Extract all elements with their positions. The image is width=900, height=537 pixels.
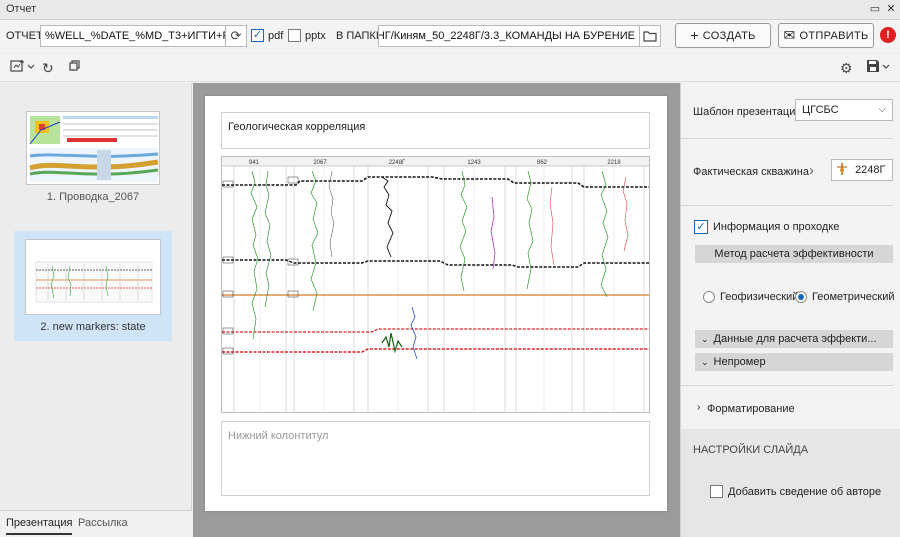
add-author-checkbox[interactable]	[710, 485, 723, 498]
tab-presentation[interactable]: Презентация	[6, 517, 73, 535]
window-titlebar: Отчет ▭ ✕	[0, 0, 900, 20]
geometric-radio[interactable]	[795, 291, 807, 303]
actual-well-value: 2248Г	[855, 164, 886, 176]
send-button-label: ОТПРАВИТЬ	[799, 30, 869, 42]
well-header: 941	[249, 160, 260, 166]
error-icon[interactable]: !	[880, 27, 896, 43]
pptx-label: pptx	[305, 30, 326, 42]
create-button-label: СОЗДАТЬ	[702, 30, 756, 42]
template-select[interactable]: ЦГСБС ⌵	[795, 99, 893, 121]
slide-settings-title: НАСТРОЙКИ СЛАЙДА	[693, 444, 809, 456]
pdf-checkbox[interactable]: ✓	[251, 29, 264, 42]
geometric-label: Геометрический	[812, 291, 895, 303]
left-panel-tabs: Презентация Рассылка	[0, 510, 192, 537]
slide-label: 2. new markers: state	[40, 321, 146, 333]
slide-canvas: Геологическая корреляция 941 2067 2248Г …	[193, 83, 680, 537]
chevron-right-icon[interactable]: ›	[809, 162, 814, 179]
slide-page: Геологическая корреляция 941 2067 2248Г …	[205, 96, 667, 511]
slide-label: 1. Проводка_2067	[46, 191, 140, 203]
formatting-section[interactable]: › Форматирование	[695, 402, 885, 416]
slide-toolbar: ↻ ⚙	[0, 54, 900, 82]
drilling-info-checkbox[interactable]: ✓	[694, 220, 708, 234]
well-header: 2218	[607, 160, 621, 166]
pdf-label: pdf	[268, 30, 284, 42]
non-measure-section[interactable]: ⌄ Непромер	[695, 353, 893, 371]
efficiency-method-header[interactable]: Метод расчета эффективности	[695, 245, 893, 263]
save-icon[interactable]	[866, 58, 894, 78]
folder-label: В ПАПКЕ	[336, 30, 384, 42]
divider	[681, 385, 893, 386]
report-name-input[interactable]: %WELL_%DATE_%MD_T3+ИГТИ+РИПИС	[40, 25, 226, 47]
slide-item-selected[interactable]: 2. new markers: state	[14, 231, 172, 341]
slide-item[interactable]: 1. Проводка_2067	[14, 105, 172, 205]
well-header: 2248Г	[389, 160, 406, 166]
send-button[interactable]: ✉ ОТПРАВИТЬ	[778, 23, 874, 48]
slide-title-box[interactable]: Геологическая корреляция	[221, 112, 650, 149]
report-label: ОТЧЕТ	[6, 30, 43, 42]
slide-footer-box[interactable]: Нижний колонтитул	[221, 421, 650, 496]
efficiency-data-label: Данные для расчета эффекти...	[713, 333, 877, 345]
divider	[681, 205, 893, 206]
mail-icon: ✉	[783, 27, 796, 43]
actual-well-select[interactable]: 2248Г	[831, 159, 893, 181]
slide-thumbnail	[25, 239, 161, 315]
settings-panel: Шаблон презентации: ЦГСБС ⌵ Фактическая …	[680, 83, 900, 537]
efficiency-data-section[interactable]: ⌄ Данные для расчета эффекти...	[695, 330, 893, 348]
drilling-info-label: Информация о проходке	[713, 221, 840, 233]
geophysical-radio[interactable]	[703, 291, 715, 303]
slide-settings-section: НАСТРОЙКИ СЛАЙДА Добавить сведение об ав…	[681, 429, 900, 537]
chevron-down-icon: ⌄	[701, 334, 709, 344]
close-icon[interactable]: ✕	[884, 1, 898, 17]
well-icon	[837, 163, 847, 175]
tab-mailing[interactable]: Рассылка	[78, 517, 128, 529]
well-header: 862	[537, 160, 548, 166]
slides-panel: 1. Проводка_2067 2. new markers: state П…	[0, 83, 192, 537]
add-slide-icon[interactable]	[10, 58, 36, 78]
window-title: Отчет	[6, 3, 37, 15]
reload-icon[interactable]: ↻	[42, 58, 54, 78]
correlation-panel[interactable]: 941 2067 2248Г 1243 862 2218	[221, 156, 650, 413]
divider	[681, 138, 893, 139]
folder-icon[interactable]	[639, 25, 661, 47]
template-label: Шаблон презентации:	[693, 106, 805, 118]
well-header: 1243	[467, 160, 481, 166]
non-measure-label: Непромер	[713, 356, 766, 368]
duplicate-icon[interactable]	[67, 58, 81, 78]
slide-thumbnail	[26, 111, 160, 185]
chevron-right-icon: ›	[697, 402, 701, 413]
restore-icon[interactable]: ▭	[868, 1, 882, 17]
actual-well-label: Фактическая скважина	[693, 166, 809, 178]
report-toolbar: ОТЧЕТ %WELL_%DATE_%MD_T3+ИГТИ+РИПИС ⟳ ✓ …	[0, 20, 900, 52]
well-header: 2067	[313, 160, 327, 166]
plus-icon: +	[690, 27, 699, 43]
folder-path-input[interactable]: АВГУСТ/ЮНГ/Киням_50_2248Г/3.3_КОМАНДЫ НА…	[378, 25, 640, 47]
create-button[interactable]: + СОЗДАТЬ	[675, 23, 771, 48]
chevron-down-icon: ⌵	[878, 104, 886, 115]
formatting-label: Форматирование	[707, 403, 795, 415]
chevron-down-icon: ⌄	[701, 357, 709, 367]
add-author-label: Добавить сведение об авторе	[728, 486, 882, 498]
gear-icon[interactable]: ⚙	[840, 58, 853, 78]
pptx-checkbox[interactable]	[288, 29, 301, 42]
refresh-icon[interactable]: ⟳	[225, 25, 247, 47]
geophysical-label: Геофизический	[720, 291, 799, 303]
template-select-value: ЦГСБС	[802, 104, 839, 116]
